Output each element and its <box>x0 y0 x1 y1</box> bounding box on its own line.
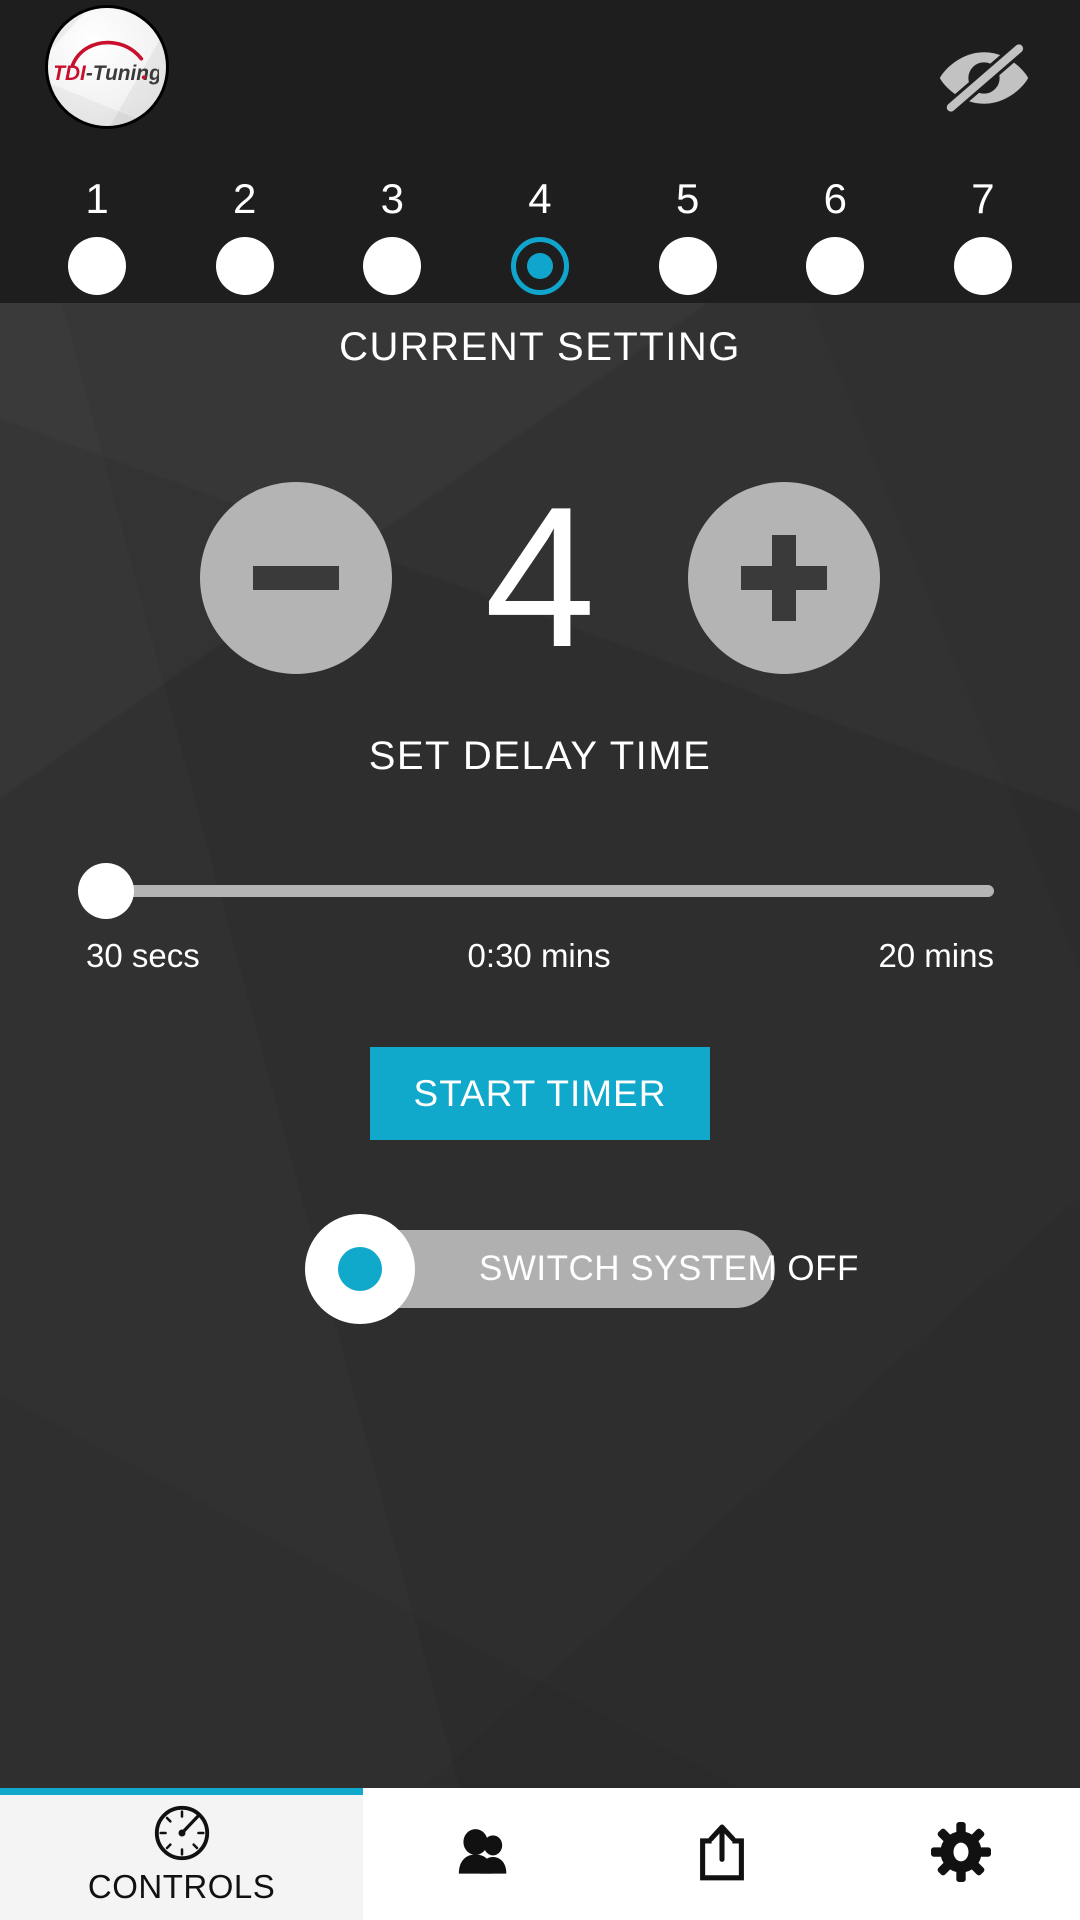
start-timer-button[interactable]: START TIMER <box>369 1047 711 1140</box>
start-timer-row: START TIMER <box>0 1047 1080 1140</box>
setting-number: 6 <box>823 175 847 222</box>
tab-users[interactable] <box>363 1788 603 1920</box>
setting-number: 3 <box>380 175 404 222</box>
switch-system-off-label: SWITCH SYSTEM OFF <box>479 1249 859 1288</box>
setting-dot-4-selected[interactable] <box>489 237 591 295</box>
app-root: TDI-Tuning 1 2 3 4 5 6 7 CURRENT SETTING… <box>0 0 1080 1920</box>
users-icon <box>453 1826 513 1878</box>
set-delay-time-label: SET DELAY TIME <box>368 734 712 778</box>
minus-icon <box>253 535 339 621</box>
decrease-setting-button[interactable] <box>200 482 392 674</box>
setting-dot-7[interactable] <box>932 237 1034 295</box>
switch-knob-dot-icon <box>338 1247 382 1291</box>
gear-icon <box>930 1822 991 1882</box>
radio-dot-icon <box>658 237 717 295</box>
switch-system-off-toggle[interactable]: SWITCH SYSTEM OFF <box>305 1214 858 1324</box>
tab-share[interactable] <box>602 1788 842 1920</box>
slider-min-label: 30 secs <box>86 937 200 974</box>
setting-dot-1[interactable] <box>46 237 148 295</box>
setting-dot-5[interactable] <box>637 237 739 295</box>
current-setting-label: CURRENT SETTING <box>339 325 741 369</box>
setting-selector: 1 2 3 4 5 6 7 <box>0 175 1080 303</box>
app-header: TDI-Tuning <box>0 0 1080 175</box>
setting-dot-6[interactable] <box>784 237 886 295</box>
delay-time-slider[interactable] <box>78 863 994 919</box>
slider-value-label: 0:30 mins <box>467 937 611 974</box>
radio-dot-icon <box>68 237 126 295</box>
tab-controls[interactable]: CONTROLS <box>0 1788 364 1920</box>
svg-text:TDI-Tuning: TDI-Tuning <box>55 62 159 85</box>
setting-number-row: 1 2 3 4 5 6 7 <box>46 175 1034 223</box>
slider-track-line <box>86 885 994 897</box>
setting-number: 1 <box>85 175 109 222</box>
radio-dot-icon <box>806 237 865 295</box>
radio-dot-icon <box>215 237 274 295</box>
delay-time-slider-wrap: 30 secs 0:30 mins 20 mins <box>0 863 1080 975</box>
setting-dot-2[interactable] <box>194 237 296 295</box>
slider-labels: 30 secs 0:30 mins 20 mins <box>86 937 994 975</box>
radio-dot-icon <box>363 237 422 295</box>
switch-system-row: SWITCH SYSTEM OFF <box>0 1214 1080 1324</box>
switch-knob[interactable] <box>305 1214 415 1324</box>
setting-dot-row <box>46 237 1034 303</box>
setting-number: 5 <box>675 175 700 222</box>
plus-icon <box>741 535 827 621</box>
slider-max-label: 20 mins <box>878 937 994 974</box>
tdi-tuning-logo: TDI-Tuning <box>48 8 166 126</box>
eye-slash-icon[interactable] <box>936 30 1032 126</box>
gauge-icon <box>151 1802 213 1864</box>
radio-dot-selected-icon <box>510 237 569 295</box>
setting-number: 2 <box>232 175 257 222</box>
current-setting-value: 4 <box>484 466 596 689</box>
increase-setting-button[interactable] <box>688 482 880 674</box>
content-panel: CURRENT SETTING 4 SET DELAY TIME 30 secs… <box>0 303 1080 1788</box>
share-icon <box>698 1822 746 1882</box>
setting-dot-3[interactable] <box>341 237 443 295</box>
setting-number: 4 <box>528 175 552 222</box>
switch-track: SWITCH SYSTEM OFF <box>355 1230 858 1308</box>
setting-stepper: 4 <box>0 478 1080 678</box>
bottom-tab-bar: CONTROLS <box>0 1788 1080 1920</box>
tab-controls-label: CONTROLS <box>87 1868 276 1905</box>
radio-dot-icon <box>953 237 1012 295</box>
tab-settings[interactable] <box>841 1788 1080 1920</box>
slider-thumb[interactable] <box>78 863 134 919</box>
setting-number: 7 <box>971 175 995 222</box>
